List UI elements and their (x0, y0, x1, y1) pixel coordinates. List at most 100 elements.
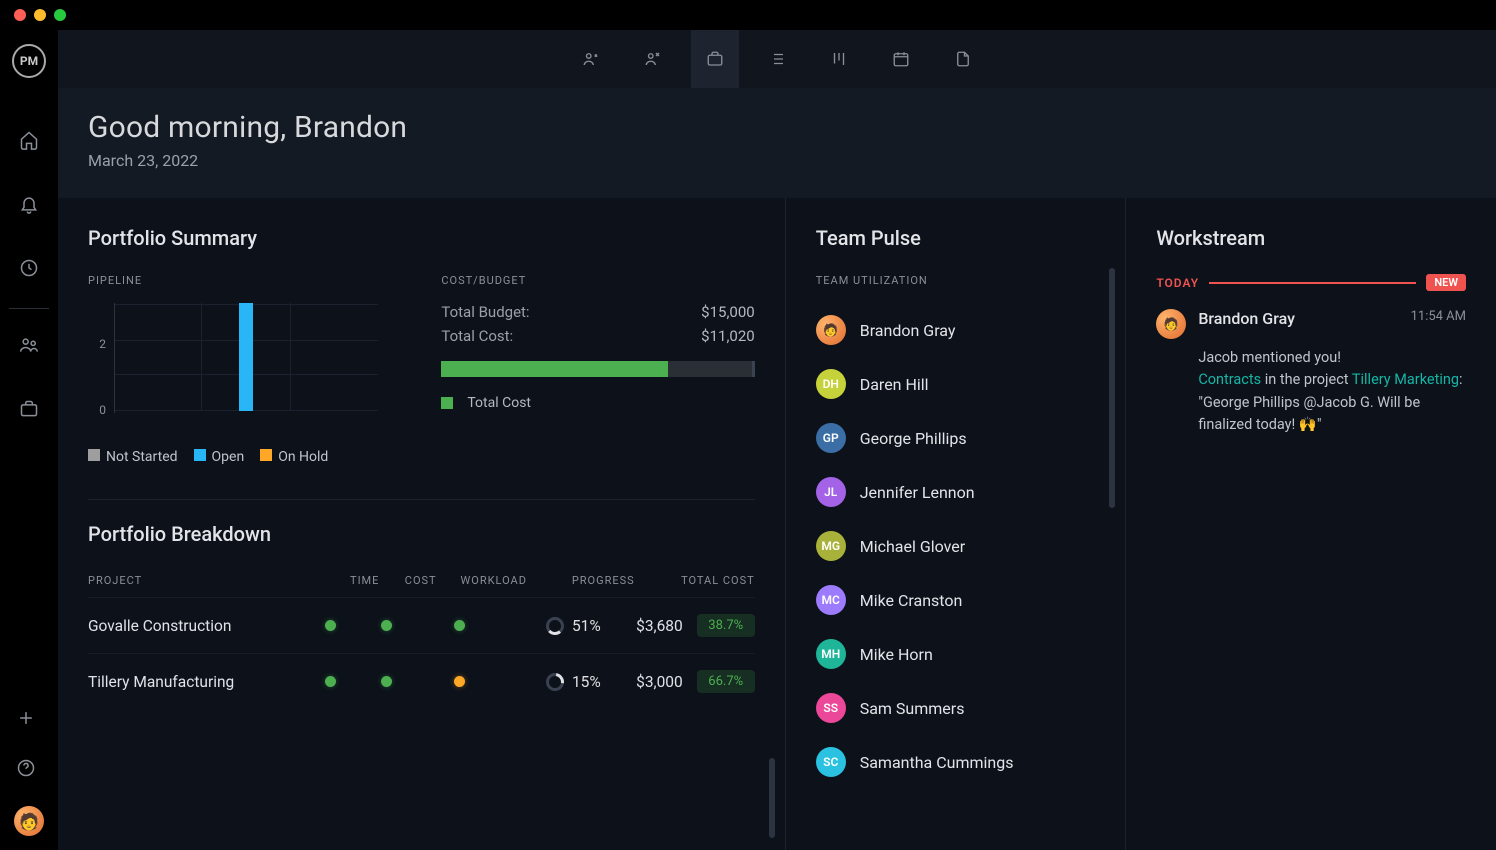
project-name: Govalle Construction (88, 617, 303, 635)
sidebar: PM 🧑 (0, 30, 58, 850)
nav-briefcase-icon[interactable] (691, 30, 739, 88)
chart-bar (239, 303, 253, 411)
workstream-today-label: TODAY (1156, 276, 1199, 290)
workstream-today-line (1209, 282, 1416, 284)
workstream-column: Workstream TODAY NEW 🧑 Brandon Gray 11:5… (1126, 198, 1496, 850)
team-member[interactable]: SC Samantha Cummings (816, 735, 1096, 789)
nav-team-remove-icon[interactable] (629, 30, 677, 88)
breakdown-header: PROJECT TIME COST WORKLOAD PROGRESS TOTA… (88, 574, 755, 597)
avatar: MG (816, 531, 846, 561)
nav-list-icon[interactable] (753, 30, 801, 88)
cost-budget-label: COST/BUDGET (441, 274, 754, 287)
current-user-avatar[interactable]: 🧑 (14, 806, 44, 836)
portfolio-summary-title: Portfolio Summary (88, 226, 755, 250)
chart-ytick-0: 0 (88, 403, 106, 417)
team-member[interactable]: GP George Phillips (816, 411, 1096, 465)
team-member[interactable]: DH Daren Hill (816, 357, 1096, 411)
member-name: Mike Cranston (860, 591, 963, 610)
member-name: Sam Summers (860, 699, 965, 718)
nav-calendar-icon[interactable] (877, 30, 925, 88)
total-budget-value: $15,000 (701, 303, 755, 321)
traffic-light-close[interactable] (14, 9, 26, 21)
progress-ring (546, 673, 564, 691)
page-greeting: Good morning, Brandon (88, 110, 1466, 145)
team-pulse-title: Team Pulse (816, 226, 1096, 250)
table-row[interactable]: Tillery Manufacturing 15% $3,000 66.7% (88, 653, 755, 709)
pipeline-label: PIPELINE (88, 274, 401, 287)
table-row[interactable]: Govalle Construction 51% $3,680 38.7% (88, 597, 755, 653)
plus-icon[interactable] (14, 706, 38, 730)
chart-ytick-1: 2 (88, 337, 106, 351)
status-dot-time (325, 676, 336, 687)
status-dot-workload (454, 620, 465, 631)
workstream-body: Jacob mentioned you! Contracts in the pr… (1198, 347, 1466, 437)
status-dot-cost (381, 676, 392, 687)
workstream-item[interactable]: 🧑 Brandon Gray 11:54 AM (1156, 309, 1466, 339)
workstream-time: 11:54 AM (1411, 309, 1466, 339)
member-name: Brandon Gray (860, 321, 956, 340)
member-name: Daren Hill (860, 375, 929, 394)
home-icon[interactable] (17, 128, 41, 152)
team-utilization-label: TEAM UTILIZATION (816, 274, 1096, 287)
total-cost-label: Total Cost: (441, 327, 513, 345)
avatar: MC (816, 585, 846, 615)
total-cost: $3,000 (611, 673, 683, 691)
team-pulse-column: Team Pulse TEAM UTILIZATION 🧑 Brandon Gra… (786, 198, 1127, 850)
traffic-light-minimize[interactable] (34, 9, 46, 21)
pipeline-legend: Not Started Open On Hold (88, 449, 401, 465)
member-name: Samantha Cummings (860, 753, 1014, 772)
team-member[interactable]: SS Sam Summers (816, 681, 1096, 735)
nav-board-icon[interactable] (815, 30, 863, 88)
sidebar-separator (9, 308, 49, 309)
member-name: George Phillips (860, 429, 967, 448)
scrollbar[interactable] (769, 758, 775, 838)
team-member[interactable]: 🧑 Brandon Gray (816, 303, 1096, 357)
avatar: 🧑 (816, 315, 846, 345)
page-header: Good morning, Brandon March 23, 2022 (58, 88, 1496, 198)
bell-icon[interactable] (17, 192, 41, 216)
portfolio-column: Portfolio Summary PIPELINE 0 2 (58, 198, 786, 850)
portfolio-breakdown-title: Portfolio Breakdown (88, 522, 755, 546)
workstream-mention: Jacob mentioned you! (1198, 347, 1466, 369)
team-member[interactable]: MC Mike Cranston (816, 573, 1096, 627)
status-dot-time (325, 620, 336, 631)
avatar: GP (816, 423, 846, 453)
top-nav (58, 30, 1496, 88)
team-member[interactable]: JLJennifer Lennon (816, 465, 1096, 519)
cost-progress-bar (441, 361, 754, 377)
app-logo[interactable]: PM (12, 44, 46, 78)
avatar: DH (816, 369, 846, 399)
avatar: SC (816, 747, 846, 777)
workstream-link-project[interactable]: Tillery Marketing (1352, 371, 1459, 388)
briefcase-icon[interactable] (17, 397, 41, 421)
status-dot-workload (454, 676, 465, 687)
avatar: SS (816, 693, 846, 723)
delta-badge: 66.7% (697, 670, 755, 693)
member-name: Michael Glover (860, 537, 965, 556)
team-member[interactable]: MG Michael Glover (816, 519, 1096, 573)
progress-ring (546, 617, 564, 635)
total-budget-label: Total Budget: (441, 303, 529, 321)
progress-pct: 51% (572, 617, 601, 635)
page-date: March 23, 2022 (88, 151, 1466, 170)
workstream-new-badge: NEW (1426, 274, 1466, 291)
avatar: MH (816, 639, 846, 669)
workstream-link-contracts[interactable]: Contracts (1198, 371, 1261, 388)
team-icon[interactable] (17, 333, 41, 357)
swatch-on-hold (260, 449, 272, 461)
nav-document-icon[interactable] (939, 30, 987, 88)
nav-team-icon[interactable] (567, 30, 615, 88)
help-icon[interactable] (14, 756, 38, 780)
member-name: Mike Horn (860, 645, 933, 664)
clock-icon[interactable] (17, 256, 41, 280)
delta-badge: 38.7% (697, 614, 755, 637)
workstream-author: Brandon Gray (1198, 309, 1295, 339)
scrollbar[interactable] (1109, 268, 1115, 508)
workstream-title: Workstream (1156, 226, 1466, 250)
traffic-light-zoom[interactable] (54, 9, 66, 21)
swatch-open (194, 449, 206, 461)
swatch-not-started (88, 449, 100, 461)
status-dot-cost (381, 620, 392, 631)
total-cost: $3,680 (611, 617, 683, 635)
team-member[interactable]: MH Mike Horn (816, 627, 1096, 681)
